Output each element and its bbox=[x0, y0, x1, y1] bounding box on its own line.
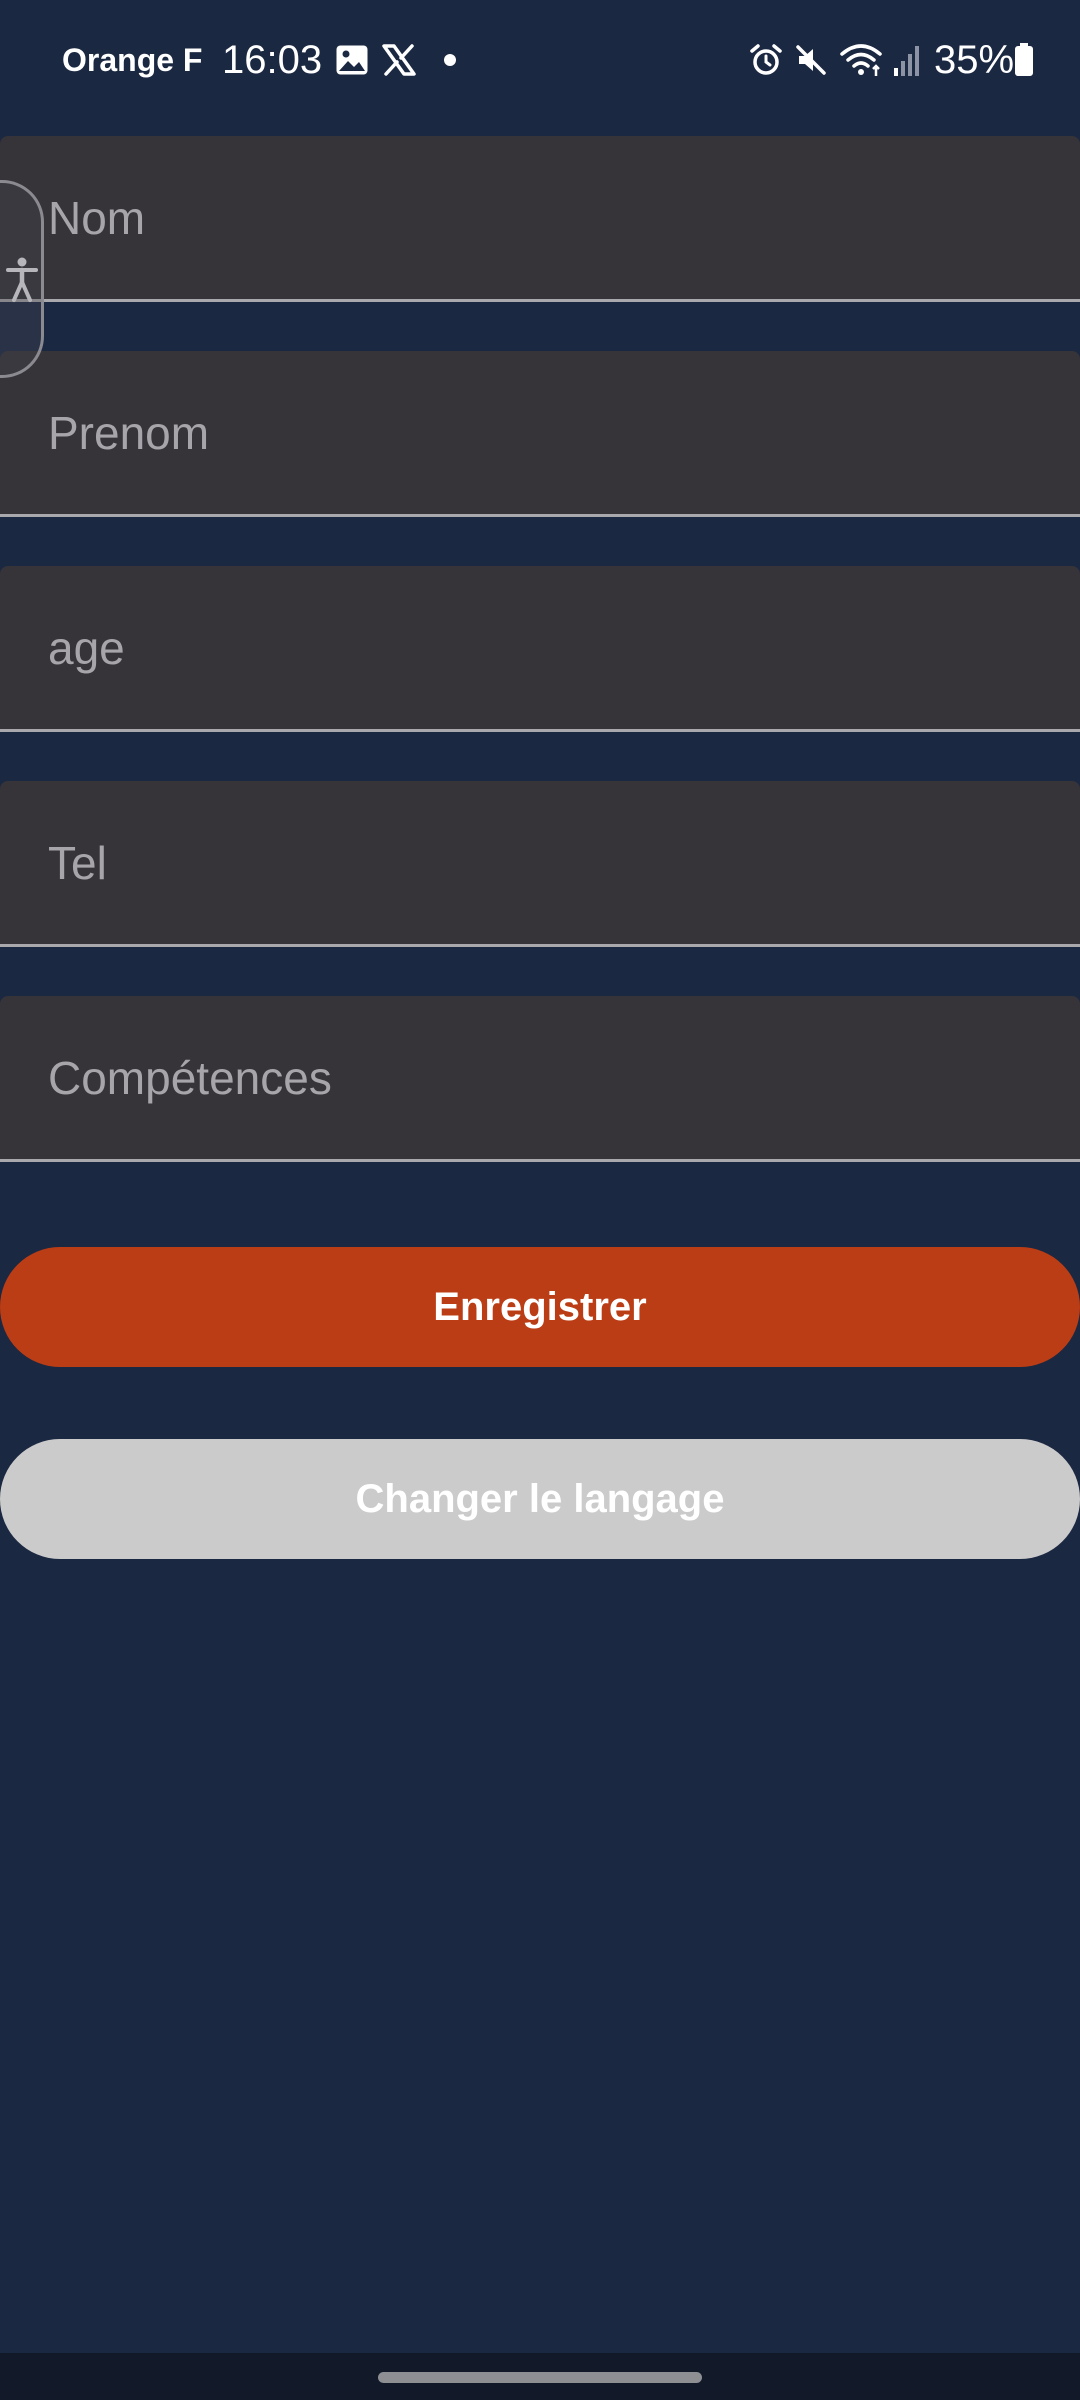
wifi-icon bbox=[838, 40, 884, 80]
alarm-icon bbox=[748, 40, 784, 80]
status-bar: Orange F 16:03 35% bbox=[0, 0, 1080, 118]
save-button[interactable]: Enregistrer bbox=[0, 1247, 1080, 1367]
mute-icon bbox=[792, 40, 830, 80]
nom-input[interactable] bbox=[0, 136, 1080, 299]
prenom-field[interactable] bbox=[0, 351, 1080, 517]
competences-input[interactable] bbox=[0, 996, 1080, 1159]
carrier-name: Orange F bbox=[62, 42, 203, 78]
competences-field[interactable] bbox=[0, 996, 1080, 1162]
clock: 16:03 bbox=[222, 38, 323, 82]
navigation-bar bbox=[0, 2353, 1080, 2400]
prenom-input[interactable] bbox=[0, 351, 1080, 514]
notification-dot-icon bbox=[440, 40, 460, 80]
age-field[interactable] bbox=[0, 566, 1080, 732]
gallery-icon bbox=[334, 40, 370, 80]
change-language-button[interactable]: Changer le langage bbox=[0, 1439, 1080, 1559]
signal-icon bbox=[890, 40, 924, 80]
battery-icon bbox=[1012, 40, 1036, 80]
battery-percentage: 35% bbox=[934, 38, 1015, 82]
accessibility-handle[interactable] bbox=[0, 180, 44, 378]
x-logo-icon bbox=[380, 40, 418, 80]
tel-input[interactable] bbox=[0, 781, 1080, 944]
nom-field[interactable] bbox=[0, 136, 1080, 302]
accessibility-icon bbox=[5, 257, 39, 303]
age-input[interactable] bbox=[0, 566, 1080, 729]
home-indicator[interactable] bbox=[378, 2372, 702, 2383]
tel-field[interactable] bbox=[0, 781, 1080, 947]
